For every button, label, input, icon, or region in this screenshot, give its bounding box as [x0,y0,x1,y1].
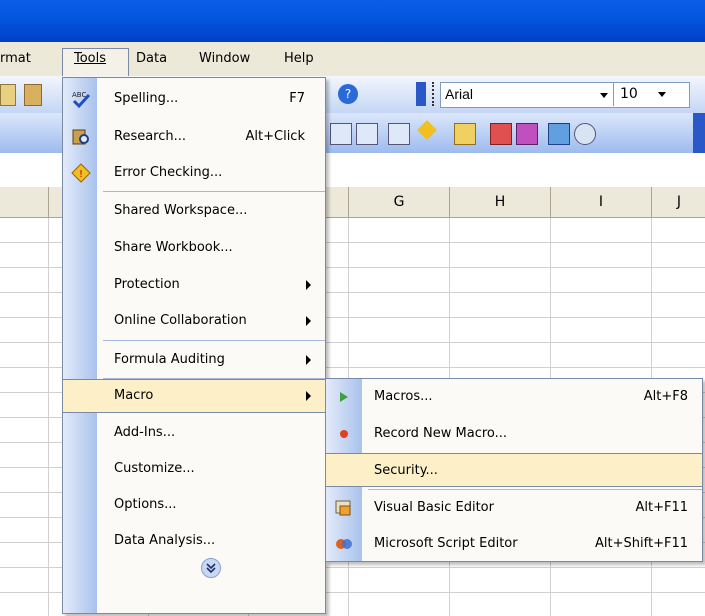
menu-tools-open-label: Tools [74,51,107,66]
paste-icon[interactable] [0,84,16,106]
error-checking-icon: ! [71,163,91,183]
menu-item-label: Visual Basic Editor [374,500,494,515]
font-size-dropdown[interactable]: 10 [613,82,666,106]
submenu-arrow-icon [306,280,311,290]
menu-separator [368,489,702,490]
menu-item-visual-basic-editor[interactable]: Visual Basic Editor Alt+F11 [326,493,702,523]
new-comment-icon[interactable] [454,123,476,145]
menu-item-label: Protection [114,277,180,292]
menu-item-shortcut: Alt+Shift+F11 [595,536,688,551]
toolbar-grip-icon[interactable] [416,82,426,106]
menu-item-research[interactable]: Research... Alt+Click [63,122,325,152]
record-dot-icon [334,424,354,444]
evaluate-formula-icon[interactable] [574,123,596,145]
menu-item-label: Spelling... [114,91,179,106]
menu-item-label: Macro [114,388,154,403]
menu-item-customize[interactable]: Customize... [63,454,325,484]
menu-item-macro[interactable]: Macro [62,379,326,413]
menu-item-macros[interactable]: Macros... Alt+F8 [326,382,702,412]
column-header-g[interactable]: G [348,187,449,217]
menu-item-microsoft-script-editor[interactable]: Microsoft Script Editor Alt+Shift+F11 [326,529,702,559]
chevron-down-icon [600,93,608,98]
menu-item-shortcut: Alt+Click [245,129,305,144]
spelling-abc-icon: ABC [71,89,91,109]
submenu-arrow-icon [306,391,311,401]
menu-item-error-checking[interactable]: ! Error Checking... [63,158,325,188]
trace-error-icon[interactable] [417,120,437,140]
menu-item-label: Shared Workspace... [114,203,248,218]
column-header-h[interactable]: H [449,187,550,217]
menu-item-security[interactable]: Security... [325,453,703,487]
menu-item-label: Add-Ins... [114,425,176,440]
menu-item-label: Share Workbook... [114,240,233,255]
menu-item-record-new-macro[interactable]: Record New Macro... [326,419,702,449]
submenu-arrow-icon [306,355,311,365]
menu-separator [103,191,325,192]
toolbar-separator [432,82,438,106]
menu-item-label: Error Checking... [114,165,223,180]
chevron-double-down-icon[interactable] [201,558,221,578]
menu-item-label: Customize... [114,461,195,476]
menu-help[interactable]: Help [284,51,314,66]
grid-line [48,218,49,616]
menu-item-options[interactable]: Options... [63,490,325,520]
menu-item-label: Record New Macro... [374,426,508,441]
menu-item-label: Microsoft Script Editor [374,536,518,551]
title-bar [0,0,705,42]
circle-invalid-data-icon[interactable] [490,123,512,145]
menu-format[interactable]: rmat [0,51,31,66]
menu-tools-open[interactable]: Tools [74,51,106,66]
watch-window-icon[interactable] [548,123,570,145]
help-icon[interactable]: ? [338,84,358,104]
font-size-value: 10 [620,86,638,102]
menu-separator [103,340,325,341]
menu-item-protection[interactable]: Protection [63,270,325,300]
play-arrow-icon [334,387,354,407]
menu-item-formula-auditing[interactable]: Formula Auditing [63,345,325,375]
font-name-dropdown[interactable]: Arial 10 [440,82,690,108]
menu-item-shortcut: Alt+F8 [643,389,688,404]
tools-menu: ABC Spelling... F7 Research... Alt+Click… [62,77,326,614]
font-name-value: Arial [445,86,474,102]
remove-arrows-icon[interactable] [388,123,410,145]
svg-text:!: ! [79,169,83,180]
font-name-dropdown-arrow[interactable] [596,83,612,107]
menu-item-data-analysis[interactable]: Data Analysis... [63,526,325,556]
svg-text:ABC: ABC [72,91,86,99]
toolbar-options-button[interactable] [693,113,705,153]
script-editor-icon [334,534,354,554]
menu-item-add-ins[interactable]: Add-Ins... [63,418,325,448]
menu-item-label: Research... [114,129,187,144]
research-book-icon [71,127,91,147]
chevron-down-icon [658,92,666,97]
macro-submenu: Macros... Alt+F8 Record New Macro... Sec… [325,378,703,562]
trace-precedents-icon[interactable] [330,123,352,145]
clear-validation-icon[interactable] [516,123,538,145]
column-header-j[interactable]: J [651,187,705,217]
menu-data[interactable]: Data [136,51,167,66]
menu-item-spelling[interactable]: ABC Spelling... F7 [63,84,325,114]
menu-item-share-workbook[interactable]: Share Workbook... [63,233,325,263]
menu-item-shared-workspace[interactable]: Shared Workspace... [63,196,325,226]
menu-item-label: Online Collaboration [114,313,247,328]
menu-separator [103,378,325,379]
menu-window[interactable]: Window [199,51,250,66]
menu-item-shortcut: Alt+F11 [635,500,688,515]
clipboard-icon[interactable] [24,84,42,106]
submenu-arrow-icon [306,316,311,326]
menu-item-label: Macros... [374,389,433,404]
vb-editor-icon [334,498,354,518]
column-header-i[interactable]: I [550,187,651,217]
menu-item-label: Options... [114,497,177,512]
menu-item-label: Data Analysis... [114,533,216,548]
menu-item-online-collaboration[interactable]: Online Collaboration [63,306,325,336]
menu-item-shortcut: F7 [289,91,305,106]
menu-item-label: Formula Auditing [114,352,225,367]
menu-item-label: Security... [374,463,438,478]
trace-dependents-icon[interactable] [356,123,378,145]
